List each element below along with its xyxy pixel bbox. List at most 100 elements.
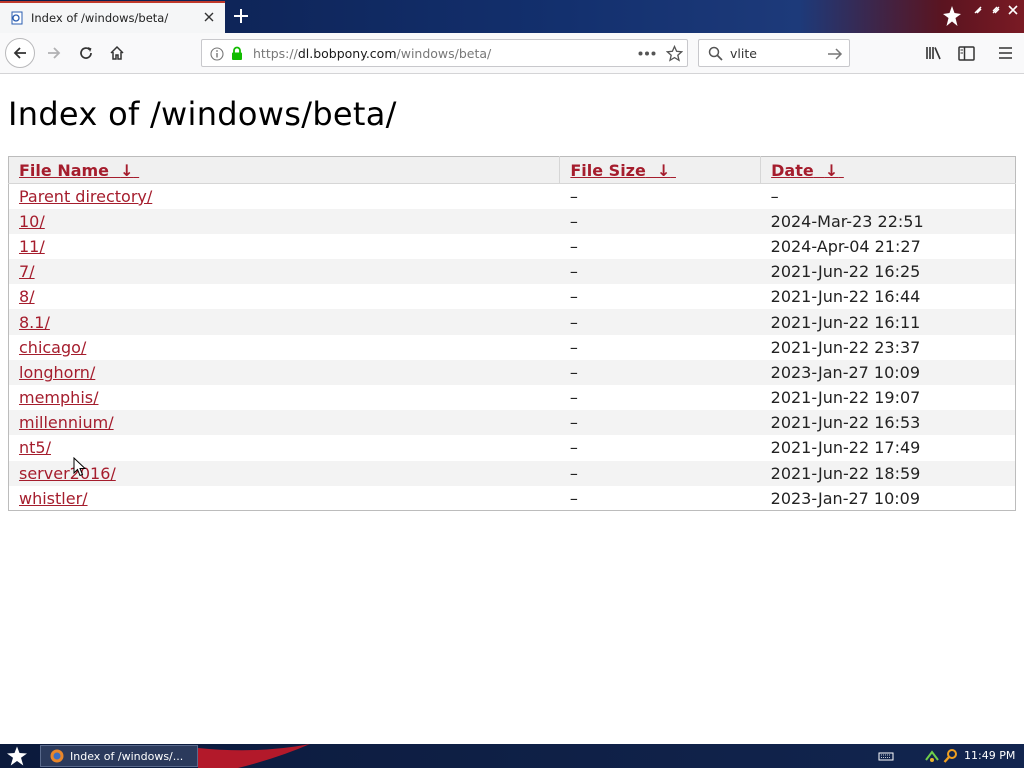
close-window-icon[interactable] [1007, 4, 1019, 16]
reload-icon [80, 47, 92, 59]
file-date: 2021-Jun-22 17:49 [770, 438, 921, 458]
sort-by-size-link[interactable]: File Size ↓ [570, 161, 676, 180]
library-button[interactable] [920, 39, 948, 67]
file-date: 2024-Mar-23 22:51 [760, 208, 1016, 234]
close-tab-icon[interactable] [203, 11, 215, 23]
directory-link[interactable]: 10/ [19, 212, 45, 231]
file-size: – [569, 337, 578, 357]
file-date: 2021-Jun-22 16:11 [760, 309, 1016, 335]
file-size: – [569, 186, 578, 206]
clock[interactable]: 11:49 PM [964, 749, 1015, 762]
network-icon[interactable] [924, 748, 940, 764]
file-date: 2021-Jun-22 18:59 [760, 460, 1016, 486]
table-row: whistler/ – 2023-Jan-27 10:09 [9, 486, 1016, 511]
minimize-icon[interactable] [972, 4, 984, 16]
tab-title: Index of /windows/beta/ [31, 11, 169, 25]
table-row: server2016/ –2021-Jun-22 18:59 [8, 460, 1016, 486]
column-header-file-size[interactable]: File Size ↓ [559, 156, 761, 184]
hamburger-menu-icon [998, 47, 1012, 59]
table-row: millennium/ –2021-Jun-22 16:53 [8, 410, 1016, 436]
file-date: 2021-Jun-22 16:53 [760, 410, 1016, 436]
home-button[interactable] [103, 39, 131, 67]
forward-button[interactable] [40, 39, 68, 67]
directory-link[interactable]: Parent directory/ [19, 187, 152, 206]
table-row: 8/ – 2021-Jun-22 16:44 [9, 284, 1016, 309]
table-row: 10/ –2024-Mar-23 22:51 [8, 208, 1016, 234]
search-input[interactable]: vlite [730, 46, 757, 61]
column-label: File Name [19, 160, 110, 180]
start-star-icon[interactable] [6, 746, 28, 766]
mouse-pointer-icon [73, 457, 87, 477]
reload-button[interactable] [72, 39, 100, 67]
browser-app-icon [50, 749, 64, 763]
lock-icon[interactable] [230, 46, 244, 61]
table-header-row: File Name ↓ File Size ↓ Date ↓ [8, 156, 1016, 184]
file-size: – [569, 236, 578, 256]
column-header-file-name[interactable]: File Name ↓ [8, 156, 560, 184]
taskbar-decoration [198, 744, 310, 768]
table-row: 11/ – 2024-Apr-04 21:27 [9, 234, 1016, 259]
address-bar[interactable]: https://dl.bobpony.com/windows/beta/ [201, 39, 688, 67]
arrow-right-icon[interactable] [827, 46, 843, 62]
file-size: – [559, 309, 761, 335]
url-text[interactable]: https://dl.bobpony.com/windows/beta/ [253, 46, 491, 61]
directory-link[interactable]: whistler/ [19, 489, 88, 508]
taskbar-window-button[interactable]: Index of /windows/... [40, 745, 198, 767]
keyboard-icon[interactable] [878, 748, 894, 764]
file-size: – [569, 287, 578, 307]
navigation-bar: https://dl.bobpony.com/windows/beta/ vli… [0, 33, 1024, 74]
url-scheme: https:// [253, 46, 298, 61]
directory-link[interactable]: memphis/ [19, 388, 98, 407]
table-row: chicago/ – 2021-Jun-22 23:37 [9, 335, 1016, 360]
tab-strip: Index of /windows/beta/ [0, 0, 1024, 33]
url-host: dl.bobpony.com [297, 46, 397, 61]
column-label: Date [771, 160, 814, 180]
star-bookmark-icon[interactable] [666, 45, 683, 62]
file-size: – [569, 438, 578, 458]
sort-by-date-link[interactable]: Date ↓ [771, 161, 844, 180]
info-icon[interactable] [210, 47, 224, 61]
file-size: – [559, 259, 761, 285]
sort-arrow-icon: ↓ [656, 160, 671, 180]
file-size: – [559, 460, 761, 486]
directory-link[interactable]: longhorn/ [19, 363, 95, 382]
directory-link[interactable]: 8/ [19, 287, 35, 306]
star-logo-icon [943, 6, 961, 26]
search-icon[interactable] [943, 748, 959, 764]
directory-link[interactable]: 8.1/ [19, 313, 50, 332]
back-button[interactable] [5, 38, 35, 68]
maximize-icon[interactable] [990, 4, 1002, 16]
table-row: longhorn/ –2023-Jan-27 10:09 [8, 359, 1016, 385]
plus-icon[interactable] [232, 7, 250, 25]
page-favicon-icon [11, 11, 23, 25]
directory-link[interactable]: millennium/ [19, 413, 114, 432]
menu-button[interactable] [991, 39, 1019, 67]
taskbar: Index of /windows/... 11:49 PM [0, 744, 1024, 768]
search-box[interactable]: vlite [698, 39, 850, 67]
file-size: – [559, 208, 761, 234]
sidebar-icon [957, 45, 975, 61]
directory-link[interactable]: 7/ [19, 262, 35, 281]
table-row: 7/ –2021-Jun-22 16:25 [8, 259, 1016, 285]
home-icon [110, 45, 124, 60]
column-header-date[interactable]: Date ↓ [760, 156, 1016, 184]
table-row: memphis/ – 2021-Jun-22 19:07 [9, 385, 1016, 410]
directory-link[interactable]: server2016/ [19, 464, 116, 483]
table-row: Parent directory/ – – [9, 184, 1016, 209]
directory-link[interactable]: chicago/ [19, 338, 86, 357]
sort-arrow-icon: ↓ [824, 160, 839, 180]
sort-by-name-link[interactable]: File Name ↓ [19, 161, 139, 180]
directory-link[interactable]: nt5/ [19, 438, 51, 457]
search-icon [708, 46, 723, 61]
sidebar-button[interactable] [952, 39, 980, 67]
url-path: /windows/beta/ [396, 46, 492, 61]
library-icon [926, 47, 941, 60]
more-icon[interactable] [638, 51, 656, 56]
file-date: 2024-Apr-04 21:27 [770, 236, 921, 256]
page-title: Index of /windows/beta/ [8, 95, 397, 133]
back-arrow-icon [13, 47, 26, 59]
sort-arrow-icon: ↓ [120, 160, 134, 180]
file-date: 2021-Jun-22 16:25 [760, 259, 1016, 285]
directory-link[interactable]: 11/ [19, 237, 45, 256]
active-tab[interactable]: Index of /windows/beta/ [0, 1, 225, 33]
